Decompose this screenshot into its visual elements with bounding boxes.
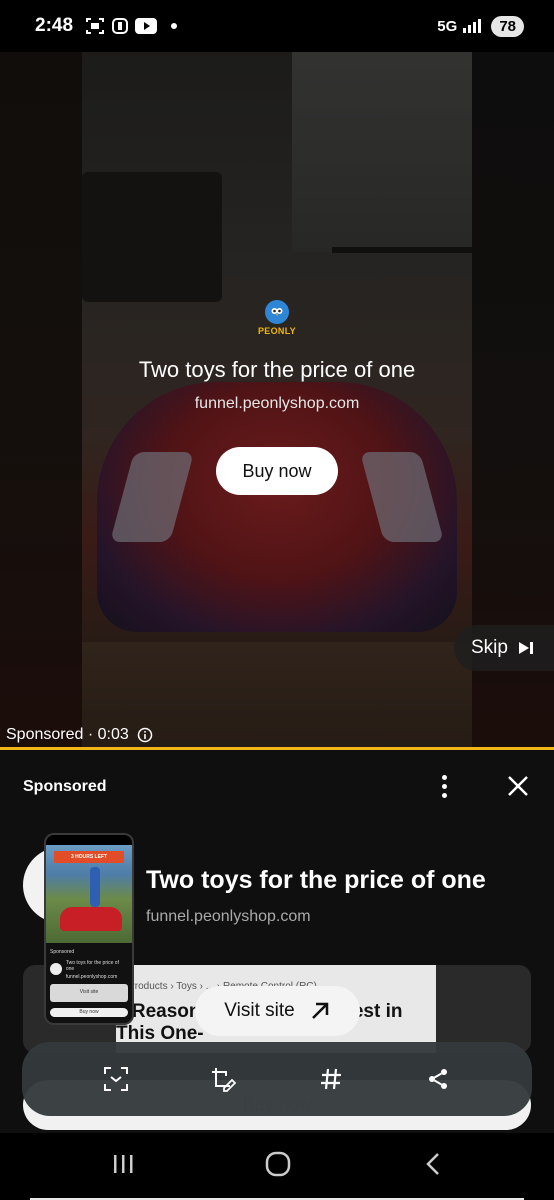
- thumbnail-person: [90, 867, 100, 907]
- notification-dot-icon: [171, 23, 178, 29]
- brand-logo: PEONLY: [257, 300, 297, 336]
- thumbnail-car: [60, 907, 122, 931]
- home-icon[interactable]: [260, 1149, 296, 1179]
- status-time: 2:48: [35, 15, 74, 36]
- screenshot-toolbar: [22, 1042, 532, 1116]
- navigation-bar: [0, 1133, 554, 1200]
- thumbnail-video: 3 HOURS LEFT: [46, 845, 132, 943]
- brand-logo-text: PEONLY: [258, 326, 296, 336]
- skip-label: Skip: [471, 637, 508, 658]
- skip-next-icon: [518, 642, 533, 654]
- panel-url: funnel.peonlyshop.com: [146, 908, 311, 925]
- buy-now-button[interactable]: Buy now: [216, 447, 338, 495]
- status-bar: 2:48 5G 78: [0, 0, 554, 52]
- edit-crop-icon[interactable]: [203, 1059, 243, 1099]
- screenshot-icon: [85, 17, 105, 35]
- share-icon[interactable]: [418, 1059, 458, 1099]
- thumbnail-panel: Sponsored Two toys for the price of one …: [46, 943, 132, 1023]
- back-icon[interactable]: [415, 1149, 451, 1179]
- close-icon[interactable]: [505, 773, 531, 799]
- skip-ad-button[interactable]: Skip: [454, 625, 554, 671]
- thumbnail-status-bar: [46, 835, 132, 845]
- thumbnail-avatar: [50, 963, 62, 975]
- ad-url: funnel.peonlyshop.com: [194, 395, 360, 412]
- panel-sponsored-label: Sponsored: [23, 778, 107, 795]
- ad-title: Two toys for the price of one: [138, 357, 416, 382]
- sponsored-timer-text: Sponsored · 0:03: [6, 726, 129, 743]
- owl-logo-icon: [265, 300, 289, 324]
- thumbnail-title: Two toys for the price of one: [65, 960, 119, 972]
- video-player[interactable]: PEONLY Two toys for the price of one fun…: [0, 52, 554, 748]
- panel-title: Two toys for the price of one: [146, 866, 486, 894]
- network-type: 5G: [437, 17, 458, 35]
- signal-icon: [463, 19, 485, 33]
- recent-apps-icon[interactable]: [105, 1149, 141, 1179]
- thumbnail-buy-now: Buy now: [50, 1008, 128, 1017]
- arrow-up-right-icon: [311, 1002, 328, 1019]
- status-right: 5G 78: [437, 15, 524, 37]
- sponsored-timer: Sponsored · 0:03: [6, 726, 153, 744]
- status-notification-icons: [85, 17, 178, 35]
- battery-saver-icon: [111, 17, 129, 35]
- hashtag-icon[interactable]: [311, 1059, 351, 1099]
- thumbnail-sponsored: Sponsored: [50, 949, 75, 955]
- battery-level: 78: [491, 15, 524, 37]
- thumbnail-url: funnel.peonlyshop.com: [65, 974, 118, 980]
- thumbnail-card: Visit site: [50, 984, 128, 1002]
- visit-site-label: Visit site: [224, 1000, 295, 1021]
- screenshot-thumbnail[interactable]: 3 HOURS LEFT Sponsored Two toys for the …: [44, 833, 134, 1025]
- more-options-icon[interactable]: [432, 772, 456, 800]
- info-icon[interactable]: [137, 727, 153, 743]
- visit-site-button[interactable]: Visit site: [195, 986, 360, 1036]
- thumbnail-visit-site: Visit site: [79, 989, 99, 995]
- youtube-icon: [135, 18, 158, 34]
- scan-text-icon[interactable]: [96, 1059, 136, 1099]
- thumbnail-banner: 3 HOURS LEFT: [54, 851, 124, 863]
